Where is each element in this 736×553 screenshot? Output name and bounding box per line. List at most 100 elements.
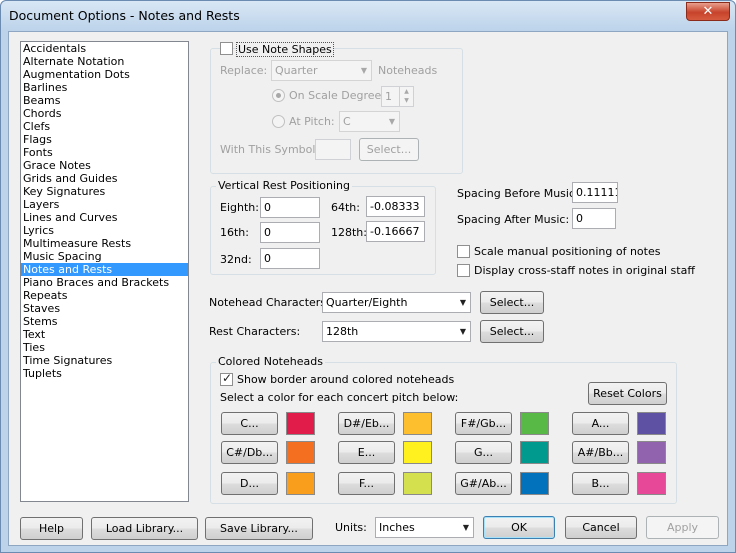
pitch-color-button[interactable]: E... — [338, 441, 395, 464]
category-item[interactable]: Grids and Guides — [21, 172, 188, 185]
rest-characters-dropdown[interactable]: 128th ▼ — [322, 321, 471, 342]
category-item[interactable]: Music Spacing — [21, 250, 188, 263]
category-item[interactable]: Augmentation Dots — [21, 68, 188, 81]
category-item[interactable]: Tuplets — [21, 367, 188, 380]
help-button[interactable]: Help — [20, 517, 83, 540]
scale-manual-label[interactable]: Scale manual positioning of notes — [474, 245, 660, 258]
category-item[interactable]: Multimeasure Rests — [21, 237, 188, 250]
category-item[interactable]: Layers — [21, 198, 188, 211]
pitch-color-swatch[interactable] — [286, 441, 315, 464]
pitch-color-swatch[interactable] — [286, 472, 315, 495]
show-border-checkbox[interactable] — [220, 371, 233, 386]
sixtyfourth-field[interactable]: -0.08333 — [366, 196, 425, 217]
cross-staff-label[interactable]: Display cross-staff notes in original st… — [474, 264, 695, 277]
notehead-select-button[interactable]: Select... — [480, 291, 544, 314]
spin-arrows-icon[interactable]: ▲ ▼ — [399, 87, 413, 106]
category-item[interactable]: Grace Notes — [21, 159, 188, 172]
category-item[interactable]: Repeats — [21, 289, 188, 302]
close-button[interactable]: ✕ — [686, 2, 730, 21]
category-item[interactable]: Chords — [21, 107, 188, 120]
pitch-color-swatch[interactable] — [520, 441, 549, 464]
pitch-color-button[interactable]: C#/Db... — [221, 441, 278, 464]
scale-manual-checkbox[interactable] — [457, 245, 470, 258]
pitch-color-button[interactable]: F#/Gb... — [455, 412, 512, 435]
save-library-button[interactable]: Save Library... — [205, 517, 313, 540]
spacing-after-value: 0 — [576, 212, 583, 225]
pitch-color-button[interactable]: A#/Bb... — [572, 441, 629, 464]
select-symbol-button[interactable]: Select... — [359, 138, 419, 161]
pitch-color-button[interactable]: C... — [221, 412, 278, 435]
sixteenth-label: 16th: — [220, 226, 249, 239]
pitch-color-button[interactable]: D... — [221, 472, 278, 495]
category-item[interactable]: Ties — [21, 341, 188, 354]
scale-degree-value: 1 — [385, 90, 392, 103]
category-item[interactable]: Alternate Notation — [21, 55, 188, 68]
pitch-color-swatch[interactable] — [286, 412, 315, 435]
colored-noteheads-group-label: Colored Noteheads — [216, 355, 325, 368]
pitch-color-button[interactable]: D#/Eb... — [338, 412, 395, 435]
replace-dropdown[interactable]: Quarter ▼ — [271, 60, 372, 81]
onetwentyeighth-value: -0.16667 — [370, 225, 420, 238]
on-scale-degree-label[interactable]: On Scale Degree: — [289, 89, 385, 102]
pitch-color-swatch[interactable] — [520, 472, 549, 495]
reset-colors-button[interactable]: Reset Colors — [588, 382, 667, 405]
category-item[interactable]: Beams — [21, 94, 188, 107]
category-item[interactable]: Barlines — [21, 81, 188, 94]
spacing-after-field[interactable]: 0 — [572, 208, 616, 229]
category-item[interactable]: Notes and Rests — [21, 263, 188, 276]
category-item[interactable]: Lines and Curves — [21, 211, 188, 224]
eighth-field[interactable]: 0 — [260, 197, 320, 218]
load-library-button[interactable]: Load Library... — [91, 517, 198, 540]
category-item[interactable]: Text — [21, 328, 188, 341]
scale-degree-spinner[interactable]: 1 ▲ ▼ — [381, 86, 414, 107]
pitch-color-swatch[interactable] — [403, 441, 432, 464]
chevron-down-icon: ▼ — [459, 327, 466, 336]
thirtysecond-field[interactable]: 0 — [260, 248, 320, 269]
symbol-field[interactable] — [315, 139, 351, 160]
pitch-color-swatch[interactable] — [403, 472, 432, 495]
color-instruction: Select a color for each concert pitch be… — [220, 391, 459, 404]
units-dropdown[interactable]: Inches ▼ — [375, 517, 474, 538]
sixteenth-field[interactable]: 0 — [260, 222, 320, 243]
category-item[interactable]: Staves — [21, 302, 188, 315]
pitch-color-button[interactable]: A... — [572, 412, 629, 435]
category-item[interactable]: Clefs — [21, 120, 188, 133]
pitch-color-button[interactable]: G#/Ab... — [455, 472, 512, 495]
category-item[interactable]: Key Signatures — [21, 185, 188, 198]
category-item[interactable]: Time Signatures — [21, 354, 188, 367]
category-item[interactable]: Lyrics — [21, 224, 188, 237]
on-scale-degree-radio[interactable] — [272, 89, 285, 102]
category-item[interactable]: Stems — [21, 315, 188, 328]
spacing-after-label: Spacing After Music: — [457, 213, 570, 226]
onetwentyeighth-field[interactable]: -0.16667 — [366, 221, 425, 242]
spacing-before-field[interactable]: 0.11111 — [572, 182, 618, 203]
category-item[interactable]: Flags — [21, 133, 188, 146]
use-note-shapes-checkbox[interactable] — [220, 42, 233, 55]
dialog-window: Document Options - Notes and Rests ✕ Acc… — [0, 0, 736, 553]
category-item[interactable]: Accidentals — [21, 42, 188, 55]
pitch-color-swatch[interactable] — [520, 412, 549, 435]
category-list[interactable]: Accidentals Alternate Notation Augmentatio… — [20, 41, 189, 502]
show-border-label[interactable]: Show border around colored noteheads — [237, 373, 454, 386]
apply-button[interactable]: Apply — [646, 516, 719, 539]
rest-select-button[interactable]: Select... — [480, 320, 544, 343]
pitch-color-button[interactable]: F... — [338, 472, 395, 495]
at-pitch-dropdown[interactable]: C ▼ — [339, 111, 400, 132]
ok-button[interactable]: OK — [483, 516, 555, 539]
pitch-color-swatch[interactable] — [637, 412, 666, 435]
pitch-color-swatch[interactable] — [637, 472, 666, 495]
chevron-down-icon: ▼ — [388, 117, 395, 126]
spacing-before-value: 0.11111 — [576, 186, 618, 199]
category-item[interactable]: Fonts — [21, 146, 188, 159]
notehead-characters-dropdown[interactable]: Quarter/Eighth ▼ — [322, 292, 471, 313]
pitch-color-button[interactable]: G... — [455, 441, 512, 464]
use-note-shapes-label[interactable]: Use Note Shapes — [236, 42, 334, 57]
pitch-color-swatch[interactable] — [637, 441, 666, 464]
cancel-button[interactable]: Cancel — [565, 516, 637, 539]
pitch-color-swatch[interactable] — [403, 412, 432, 435]
category-item[interactable]: Piano Braces and Brackets — [21, 276, 188, 289]
at-pitch-label[interactable]: At Pitch: — [289, 115, 335, 128]
pitch-color-button[interactable]: B... — [572, 472, 629, 495]
cross-staff-checkbox[interactable] — [457, 264, 470, 277]
at-pitch-radio[interactable] — [272, 115, 285, 128]
